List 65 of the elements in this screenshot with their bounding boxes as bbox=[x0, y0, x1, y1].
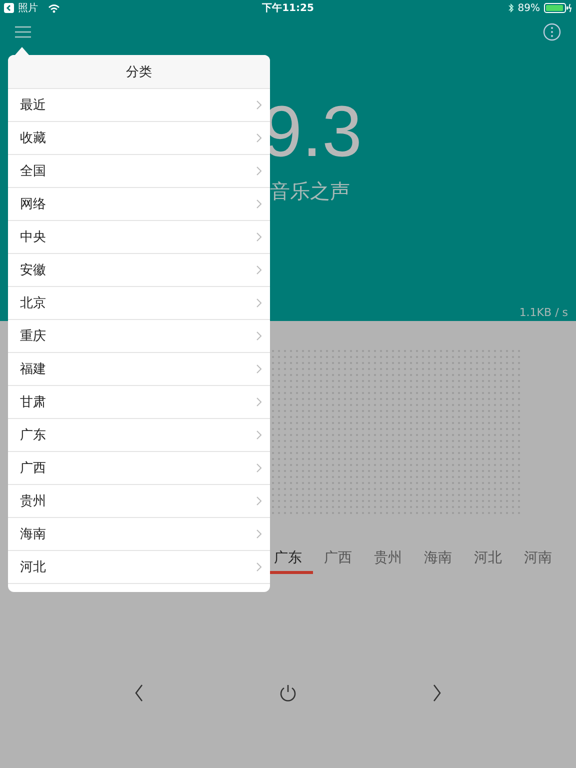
chevron-icon bbox=[256, 496, 262, 506]
power-icon[interactable] bbox=[279, 684, 297, 702]
next-icon[interactable] bbox=[432, 684, 442, 702]
category-label: 河北 bbox=[20, 559, 46, 576]
category-item[interactable]: 福建 bbox=[8, 353, 270, 386]
category-item[interactable]: 广东 bbox=[8, 419, 270, 452]
back-icon[interactable] bbox=[4, 3, 14, 13]
category-label: 广东 bbox=[20, 427, 46, 444]
chevron-icon bbox=[256, 364, 262, 374]
category-item[interactable]: 全国 bbox=[8, 155, 270, 188]
province-tab[interactable]: 海南 bbox=[413, 544, 463, 574]
category-item[interactable]: 海南 bbox=[8, 518, 270, 551]
category-item[interactable]: 贵州 bbox=[8, 485, 270, 518]
category-label: 北京 bbox=[20, 295, 46, 312]
category-label: 网络 bbox=[20, 196, 46, 213]
chevron-icon bbox=[256, 133, 262, 143]
battery-icon bbox=[544, 3, 572, 13]
chevron-icon bbox=[256, 463, 262, 473]
network-speed: 1.1KB / s bbox=[519, 306, 568, 319]
chevron-icon bbox=[256, 166, 262, 176]
popover-title: 分类 bbox=[8, 55, 270, 89]
province-tab[interactable]: 河北 bbox=[463, 544, 513, 574]
chevron-icon bbox=[256, 100, 262, 110]
bluetooth-icon bbox=[508, 3, 514, 13]
category-label: 甘肃 bbox=[20, 394, 46, 411]
status-time: 下午11:25 bbox=[262, 2, 314, 15]
category-item[interactable]: 最近 bbox=[8, 89, 270, 122]
category-item[interactable]: 北京 bbox=[8, 287, 270, 320]
previous-icon[interactable] bbox=[134, 684, 144, 702]
category-label: 海南 bbox=[20, 526, 46, 543]
category-item[interactable]: 河北 bbox=[8, 551, 270, 584]
category-item[interactable]: 重庆 bbox=[8, 320, 270, 353]
chevron-icon bbox=[256, 331, 262, 341]
category-item[interactable]: 广西 bbox=[8, 452, 270, 485]
category-label: 收藏 bbox=[20, 130, 46, 147]
category-label: 安徽 bbox=[20, 262, 46, 279]
station-name: 音乐之声 bbox=[270, 178, 351, 205]
category-item[interactable]: 网络 bbox=[8, 188, 270, 221]
chevron-icon bbox=[256, 232, 262, 242]
more-options-icon[interactable] bbox=[543, 23, 561, 41]
chevron-icon bbox=[256, 298, 262, 308]
category-label: 福建 bbox=[20, 361, 46, 378]
wifi-icon bbox=[48, 4, 60, 12]
category-label: 贵州 bbox=[20, 493, 46, 510]
chevron-icon bbox=[256, 430, 262, 440]
category-label: 中央 bbox=[20, 229, 46, 246]
category-item[interactable]: 安徽 bbox=[8, 254, 270, 287]
category-label: 最近 bbox=[20, 97, 46, 114]
category-item[interactable]: 中央 bbox=[8, 221, 270, 254]
battery-percent: 89% bbox=[518, 2, 540, 14]
category-label: 广西 bbox=[20, 460, 46, 477]
category-item[interactable]: 甘肃 bbox=[8, 386, 270, 419]
chevron-icon bbox=[256, 562, 262, 572]
chevron-icon bbox=[256, 265, 262, 275]
menu-icon[interactable] bbox=[15, 26, 31, 38]
province-tab[interactable]: 贵州 bbox=[363, 544, 413, 574]
province-tab[interactable]: 河南 bbox=[513, 544, 563, 574]
chevron-icon bbox=[256, 529, 262, 539]
province-tab[interactable]: 广西 bbox=[313, 544, 363, 574]
category-label: 全国 bbox=[20, 163, 46, 180]
category-label: 重庆 bbox=[20, 328, 46, 345]
back-app-label[interactable]: 照片 bbox=[18, 1, 38, 15]
chevron-icon bbox=[256, 199, 262, 209]
chevron-icon bbox=[256, 397, 262, 407]
category-item[interactable]: 收藏 bbox=[8, 122, 270, 155]
